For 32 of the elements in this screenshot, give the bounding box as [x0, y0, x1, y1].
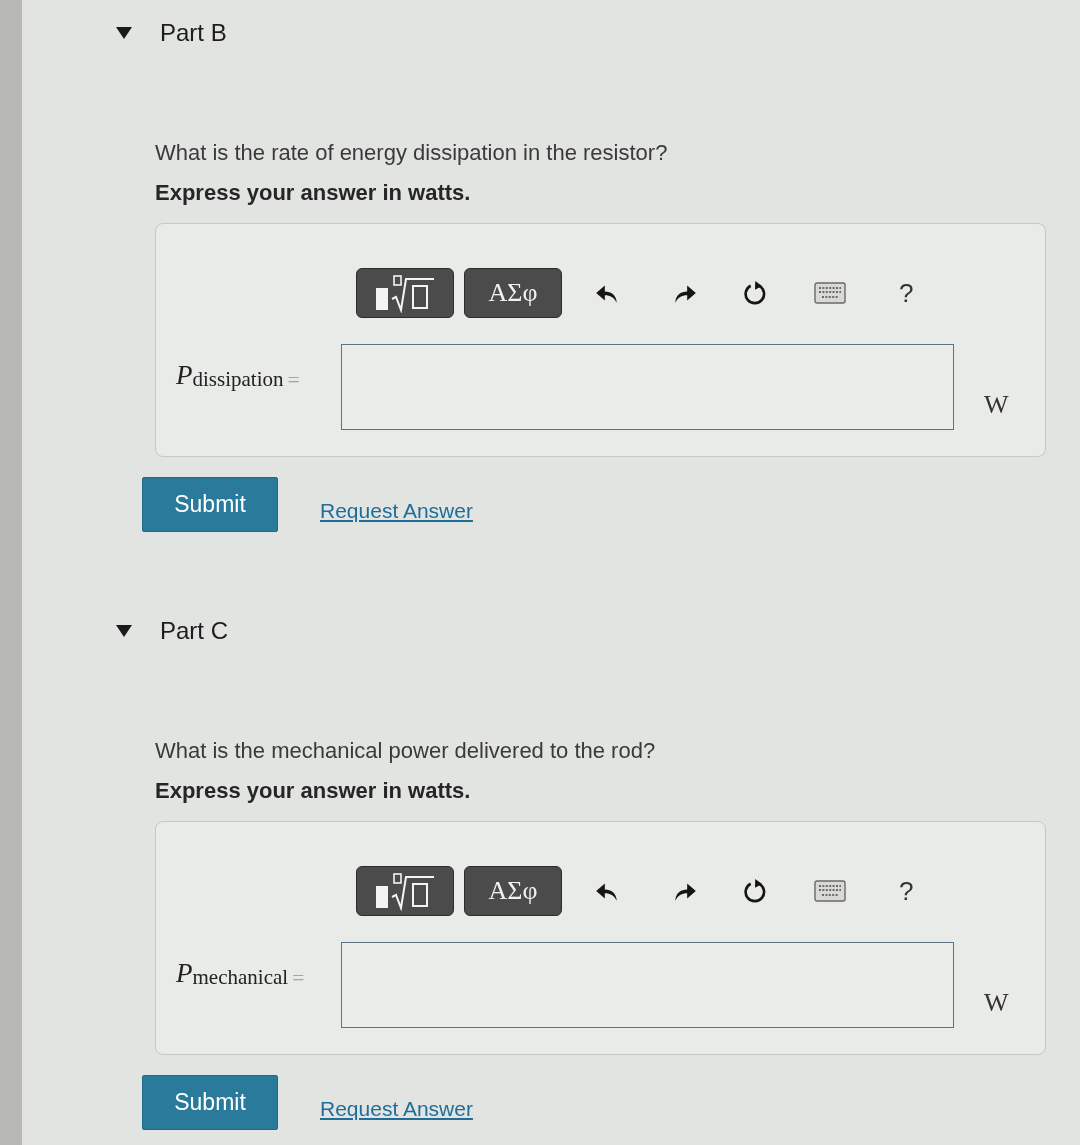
instruction-text: Express your answer in watts.	[155, 180, 472, 207]
square-root-template-icon	[373, 870, 437, 911]
instruction-text: Express your answer in watts.	[155, 778, 472, 805]
equals-sign: =	[287, 365, 300, 394]
submit-button[interactable]: Submit	[142, 476, 278, 532]
template-button[interactable]	[356, 865, 454, 916]
unit-label: W	[984, 986, 1009, 1019]
equals-sign: =	[292, 963, 305, 992]
collapse-triangle-icon[interactable]	[116, 624, 132, 637]
reset-icon[interactable]	[742, 279, 768, 306]
template-button[interactable]	[356, 267, 454, 318]
part-title: Part B	[160, 18, 227, 48]
submit-button[interactable]: Submit	[142, 1074, 278, 1130]
part-title: Part C	[160, 615, 228, 646]
variable-label: P$_{mechanical}$	[176, 957, 289, 992]
greek-letters-button[interactable]: ΑΣφ	[464, 865, 562, 916]
reset-icon[interactable]	[742, 877, 768, 904]
greek-letters-button[interactable]: ΑΣφ	[464, 267, 562, 318]
variable-label: P$_{dissipation}$	[176, 359, 284, 394]
question-text: What is the rate of energy dissipation in the resistor?	[155, 140, 669, 167]
answer-input[interactable]	[341, 343, 954, 430]
request-answer-link[interactable]: Request Answer	[320, 1092, 473, 1125]
collapse-triangle-icon[interactable]	[116, 27, 132, 39]
keyboard-icon[interactable]	[813, 879, 847, 902]
question-text: What is the mechanical power delivered to the rod?	[155, 737, 657, 765]
request-answer-link[interactable]: Request Answer	[320, 494, 473, 527]
unit-label: W	[984, 388, 1009, 421]
square-root-template-icon	[373, 272, 437, 313]
keyboard-icon[interactable]	[813, 281, 847, 304]
answer-input[interactable]	[341, 941, 954, 1028]
help-button[interactable]: ?	[895, 279, 918, 306]
help-button[interactable]: ?	[895, 877, 918, 904]
